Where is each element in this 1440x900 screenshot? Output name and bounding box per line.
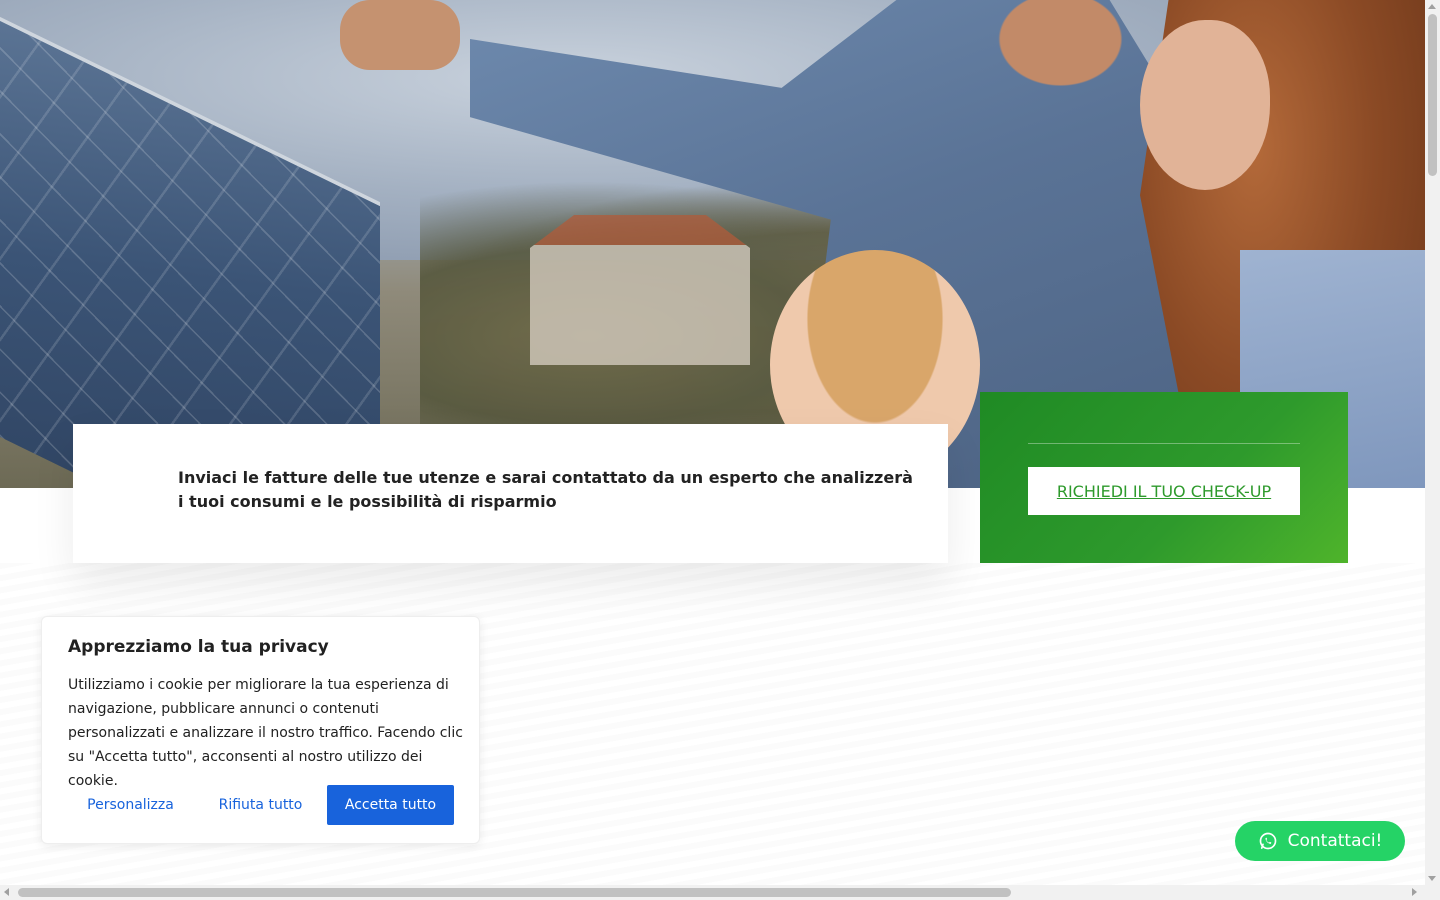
hero-woman-face — [1140, 20, 1270, 190]
scroll-down-icon[interactable] — [1428, 876, 1436, 881]
scroll-up-icon[interactable] — [1428, 4, 1436, 9]
hero-house — [530, 215, 750, 365]
whatsapp-icon — [1259, 832, 1276, 850]
cookie-customize-button[interactable]: Personalizza — [68, 785, 193, 825]
cookie-accept-button[interactable]: Accetta tutto — [327, 785, 454, 825]
checkup-request-button[interactable]: RICHIEDI IL TUO CHECK-UP — [1028, 467, 1300, 515]
cookie-banner: Apprezziamo la tua privacy Utilizziamo i… — [41, 616, 480, 844]
horizontal-scrollbar[interactable] — [0, 885, 1440, 900]
cookie-body: Utilizziamo i cookie per migliorare la t… — [68, 677, 463, 789]
info-card: Inviaci le fatture delle tue utenze e sa… — [73, 424, 948, 563]
scroll-left-icon[interactable] — [4, 888, 9, 896]
whatsapp-label: Contattaci! — [1287, 831, 1383, 851]
vertical-scrollbar[interactable] — [1425, 0, 1440, 885]
hero-arm — [340, 0, 460, 70]
info-text: Inviaci le fatture delle tue utenze e sa… — [178, 468, 913, 511]
cookie-reject-button[interactable]: Rifiuta tutto — [202, 785, 319, 825]
cta-divider — [1028, 443, 1300, 444]
scroll-right-icon[interactable] — [1412, 888, 1417, 896]
horizontal-scroll-thumb[interactable] — [18, 888, 1011, 897]
whatsapp-contact-button[interactable]: Contattaci! — [1235, 821, 1405, 861]
cta-box: RICHIEDI IL TUO CHECK-UP — [980, 392, 1348, 563]
cookie-title: Apprezziamo la tua privacy — [68, 637, 329, 657]
vertical-scroll-thumb[interactable] — [1428, 14, 1437, 176]
